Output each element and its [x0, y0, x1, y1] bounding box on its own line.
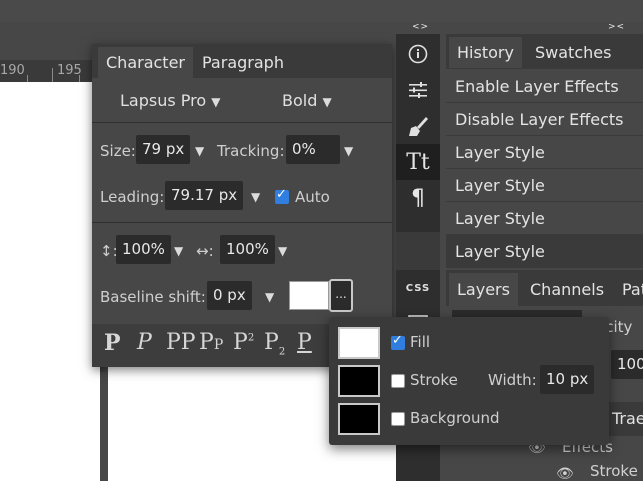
baseline-shift-dropdown-icon[interactable]: ▼ — [265, 290, 274, 304]
width-label: Width: — [488, 371, 537, 389]
subscript-button[interactable]: P2 — [264, 330, 285, 357]
subscript-mark: 2 — [278, 346, 286, 358]
underline-button[interactable]: P — [297, 330, 312, 355]
ruler-tick — [79, 75, 80, 82]
vertical-scale-dropdown-icon[interactable]: ▼ — [174, 244, 183, 258]
history-item[interactable]: Enable Layer Effects — [446, 70, 643, 103]
baseline-shift-label: Baseline shift: — [100, 288, 206, 306]
tracking-label: Tracking: — [217, 142, 285, 160]
vertical-scale-input[interactable]: 100% — [116, 235, 171, 264]
superscript-glyph: P — [233, 330, 248, 355]
background-label: Background — [410, 409, 500, 427]
opacity-input[interactable]: 100 — [611, 350, 643, 379]
paragraph-icon[interactable]: ¶ — [396, 180, 440, 216]
history-item-current[interactable]: Layer Style — [446, 235, 643, 268]
small-caps-button[interactable]: PP — [199, 330, 223, 355]
css-icon[interactable]: CSS — [396, 270, 440, 306]
leading-input[interactable]: 79.17 px — [165, 181, 244, 210]
ruler-tick — [27, 75, 28, 82]
horizontal-scale-icon: ↔: — [196, 242, 214, 260]
history-item[interactable]: Disable Layer Effects — [446, 103, 643, 136]
collapse-left-icon[interactable]: <> — [412, 22, 429, 32]
stroke-label: Stroke — [410, 371, 458, 389]
character-tabbar: Character Paragraph — [92, 44, 392, 78]
horizontal-scale-dropdown-icon[interactable]: ▼ — [278, 244, 287, 258]
superscript-button[interactable]: P2 — [233, 330, 254, 355]
fill-checkbox[interactable] — [391, 333, 405, 350]
history-item[interactable]: Layer Style — [446, 136, 643, 169]
text-style-glyph: Tt — [406, 149, 430, 175]
auto-checkbox[interactable] — [275, 187, 289, 204]
stroke-width-input[interactable]: 10 px — [540, 365, 595, 394]
top-bar — [0, 0, 643, 22]
more-options-button[interactable]: ... — [329, 279, 353, 312]
small-caps-glyph: P — [199, 330, 214, 355]
small-caps-mark: P — [213, 337, 224, 353]
background-checkbox[interactable] — [391, 412, 405, 426]
history-tabbar: History Swatches — [446, 34, 643, 69]
tracking-dropdown-icon[interactable]: ▼ — [344, 144, 353, 158]
all-caps-button[interactable]: PP — [166, 330, 196, 355]
chevron-down-icon: ▼ — [322, 95, 332, 109]
stroke-checkbox[interactable] — [391, 374, 405, 388]
tracking-input[interactable]: 0% — [286, 135, 340, 164]
history-panel: History Swatches Enable Layer Effects Di… — [446, 34, 643, 270]
vertical-scale-icon: ↕: — [100, 242, 118, 260]
fill-color-swatch[interactable] — [338, 327, 380, 359]
tab-paths[interactable]: Pat — [614, 273, 643, 306]
paragraph-glyph: ¶ — [411, 185, 425, 211]
text-style-icon[interactable]: Tt — [396, 144, 440, 180]
toolbar-gap — [396, 232, 440, 270]
tab-layers[interactable]: Layers — [449, 273, 518, 306]
info-icon[interactable] — [396, 36, 440, 72]
canvas[interactable] — [0, 82, 100, 481]
layer-name: Trae — [612, 409, 643, 428]
collapse-right-icon[interactable]: >< — [608, 22, 625, 32]
size-dropdown-icon[interactable]: ▼ — [195, 144, 204, 158]
subscript-glyph: P — [264, 330, 279, 355]
size-label: Size: — [100, 142, 136, 160]
stroke-color-swatch[interactable] — [338, 365, 380, 397]
leading-dropdown-icon[interactable]: ▼ — [251, 190, 260, 204]
horizontal-scale-input[interactable]: 100% — [220, 235, 275, 264]
tab-history[interactable]: History — [449, 37, 522, 68]
sliders-icon[interactable] — [396, 72, 440, 108]
fill-label: Fill — [410, 333, 431, 351]
text-color-popup: Fill Stroke Width: 10 px Background — [329, 317, 609, 445]
tab-character[interactable]: Character — [98, 47, 193, 78]
background-color-swatch[interactable] — [338, 403, 380, 435]
tab-paragraph[interactable]: Paragraph — [194, 47, 292, 78]
font-style-value: Bold — [282, 91, 318, 110]
history-item[interactable]: Layer Style — [446, 202, 643, 235]
ruler-tick — [52, 68, 53, 82]
divider — [92, 122, 392, 123]
leading-label: Leading: — [100, 188, 165, 206]
font-family-select[interactable]: Lapsus Pro ▼ — [120, 91, 220, 110]
baseline-shift-input[interactable]: 0 px — [207, 281, 252, 310]
faux-bold-button[interactable]: P — [104, 330, 121, 356]
tab-channels[interactable]: Channels — [522, 273, 612, 306]
divider — [92, 222, 392, 223]
text-color-swatch[interactable] — [289, 281, 329, 310]
size-input[interactable]: 79 px — [136, 135, 191, 164]
font-style-select[interactable]: Bold ▼ — [282, 91, 332, 110]
history-item[interactable]: Layer Style — [446, 169, 643, 202]
ruler-label: 190 — [0, 63, 25, 78]
horizontal-ruler: 190 195 — [0, 60, 100, 82]
auto-label: Auto — [295, 188, 330, 206]
tab-swatches[interactable]: Swatches — [527, 37, 619, 68]
faux-italic-button[interactable]: P — [137, 330, 152, 355]
chevron-down-icon: ▼ — [211, 95, 221, 109]
eye-icon[interactable]: 👁 — [556, 466, 574, 481]
layers-tabbar: Layers Channels Pat — [446, 270, 643, 306]
font-family-value: Lapsus Pro — [120, 91, 207, 110]
brush-icon[interactable] — [396, 108, 440, 144]
superscript-mark: 2 — [247, 332, 255, 344]
stroke-effect-label: Stroke — [590, 462, 638, 480]
